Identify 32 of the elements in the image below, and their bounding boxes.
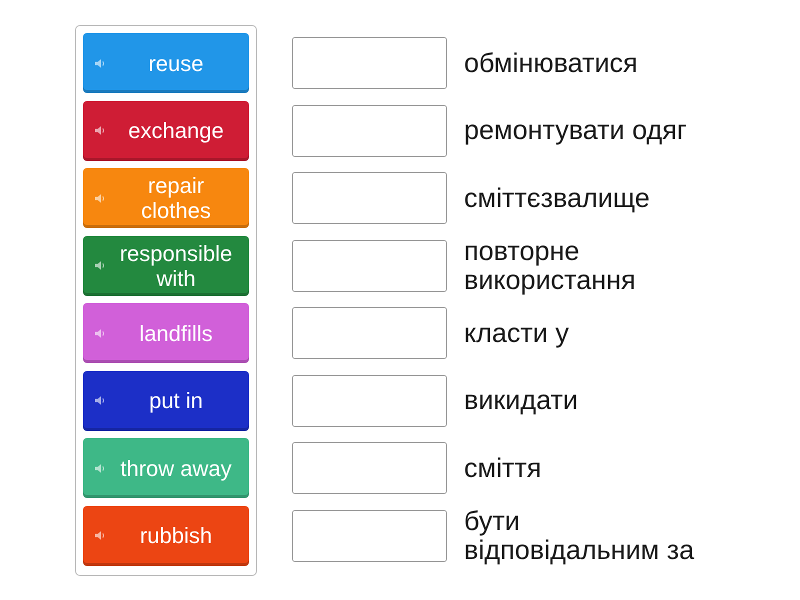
speaker-icon <box>95 192 106 204</box>
speaker-icon <box>95 462 106 474</box>
definition-text: викидати <box>464 386 579 415</box>
speaker-icon <box>95 58 106 68</box>
answer-box[interactable] <box>292 104 447 156</box>
definition-text: обмінюватися <box>464 48 639 78</box>
word-tile[interactable]: reuse <box>83 33 249 93</box>
definition-text: класти у <box>464 318 570 348</box>
definition-text: сміттєзвалище <box>464 184 651 212</box>
word-tile[interactable]: exchange <box>83 100 249 160</box>
speaker-icon <box>95 530 106 541</box>
definition-text: бути відповідальним за <box>464 506 696 564</box>
answer-box[interactable] <box>292 442 447 494</box>
speaker-icon <box>95 125 106 136</box>
definition-text: сміття <box>464 454 542 482</box>
word-tile[interactable]: repair clothes <box>83 168 249 228</box>
answer-box[interactable] <box>292 510 447 562</box>
word-tile[interactable]: rubbish <box>83 506 249 566</box>
answer-box[interactable] <box>292 307 447 359</box>
answer-box[interactable] <box>292 374 447 426</box>
answer-box[interactable] <box>292 240 447 292</box>
answer-box[interactable] <box>292 37 447 89</box>
word-tile[interactable]: throw away <box>83 438 249 498</box>
definition-text: повторне використання <box>464 236 637 294</box>
speaker-icon <box>95 260 106 271</box>
answer-box[interactable] <box>292 172 447 224</box>
speaker-icon <box>95 328 106 338</box>
definition-text: ремонтувати одяг <box>464 116 688 145</box>
word-tile[interactable]: landfills <box>83 303 249 363</box>
speaker-icon <box>95 395 106 406</box>
word-tile[interactable]: responsible with <box>83 236 249 296</box>
word-tile[interactable]: put in <box>83 370 249 430</box>
